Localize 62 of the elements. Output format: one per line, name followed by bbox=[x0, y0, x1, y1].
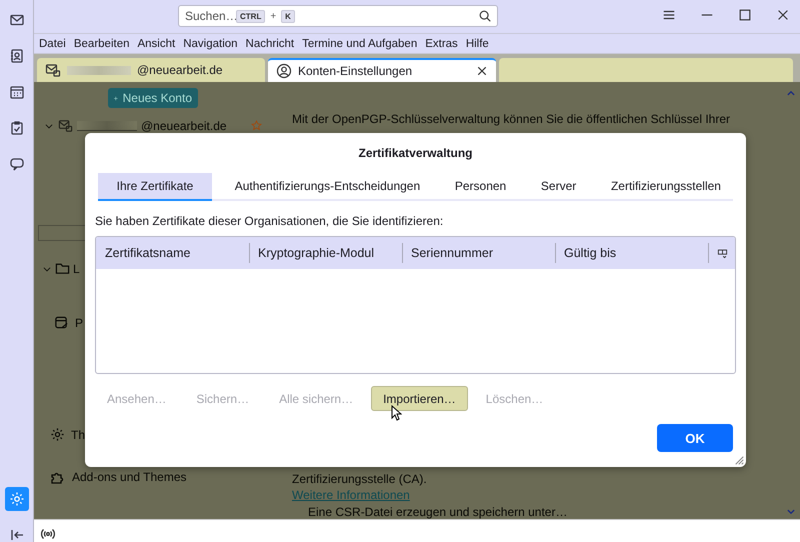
sidebar-item[interactable]: Add-ons und Themes bbox=[72, 470, 187, 484]
tab[interactable]: Zertifizierungsstellen bbox=[598, 173, 733, 201]
tab[interactable]: Personen bbox=[442, 173, 518, 201]
menu-item[interactable]: Extras bbox=[425, 38, 458, 50]
menu-item[interactable]: Ansicht bbox=[137, 38, 176, 50]
account-icon bbox=[276, 63, 292, 79]
blurred-text bbox=[77, 120, 137, 130]
menu-item[interactable]: Hilfe bbox=[466, 38, 489, 50]
tab[interactable]: Ihre Zertifikate bbox=[98, 173, 212, 201]
plus-icon bbox=[114, 94, 118, 102]
key-hint: K bbox=[281, 10, 295, 22]
key-hint: CTRL bbox=[236, 10, 266, 22]
column-header[interactable]: Gültig bis bbox=[555, 237, 708, 269]
chat-icon bbox=[8, 156, 24, 172]
sidebar-item[interactable]: P bbox=[75, 316, 84, 330]
description-text: Zertifizierungsstelle (CA). bbox=[292, 472, 427, 486]
menu-item[interactable]: Datei bbox=[39, 38, 66, 50]
settings-icon bbox=[50, 427, 65, 442]
menu-icon bbox=[662, 8, 676, 22]
account-name[interactable]: @neuearbeit.de bbox=[141, 118, 227, 132]
sidebar-item[interactable]: Th bbox=[71, 428, 86, 442]
mail-icon bbox=[45, 62, 61, 78]
tab[interactable]: Server bbox=[528, 173, 588, 201]
tab[interactable]: Konten-Einstellungen bbox=[268, 58, 496, 82]
close-icon[interactable] bbox=[476, 65, 488, 77]
menu-item[interactable]: Termine und Aufgaben bbox=[302, 38, 418, 50]
option-label: Eine CSR-Datei erzeugen und speichern unter… bbox=[308, 505, 568, 519]
clipboard-icon bbox=[8, 120, 24, 136]
mail-icon bbox=[58, 118, 73, 133]
column-header[interactable]: Kryptographie-Modul bbox=[249, 237, 402, 269]
scroll-down-icon bbox=[786, 507, 796, 517]
mail-icon bbox=[8, 12, 24, 28]
maximize-icon bbox=[738, 8, 752, 22]
description-text: Sie haben Zertifikate dieser Organisationen, die Sie identifizieren: bbox=[95, 214, 444, 228]
mail-page-icon bbox=[54, 315, 69, 330]
new-account-button[interactable]: Neues Konto bbox=[108, 88, 198, 108]
blurred-text bbox=[67, 66, 131, 74]
menu-item[interactable]: Bearbeiten bbox=[74, 38, 130, 50]
description-text: Mit der OpenPGP-Schlüsselverwaltung können Sie die öffentlichen Schlüssel Ihrer bbox=[292, 112, 730, 126]
menu-item[interactable]: Navigation bbox=[183, 38, 238, 50]
column-header[interactable]: Seriennummer bbox=[402, 237, 555, 269]
menu-item[interactable]: Nachricht bbox=[246, 38, 294, 50]
tab[interactable]: @neuearbeit.de bbox=[37, 58, 265, 82]
search-icon bbox=[478, 9, 492, 23]
calendar-icon bbox=[8, 84, 24, 100]
address-book-icon bbox=[8, 48, 24, 64]
settings-icon bbox=[8, 491, 24, 507]
plus-sign: + bbox=[270, 10, 276, 22]
sidebar-item[interactable]: L bbox=[73, 262, 80, 276]
settings-button[interactable] bbox=[4, 487, 28, 511]
mouse-pointer-icon bbox=[391, 405, 402, 421]
folder-icon bbox=[55, 261, 70, 276]
ok-button[interactable]: OK bbox=[657, 424, 733, 452]
tab[interactable]: Authentifizierungs-Entscheidungen bbox=[222, 173, 432, 201]
close-icon bbox=[776, 8, 790, 22]
star-icon bbox=[251, 120, 262, 131]
collapse-icon bbox=[8, 527, 24, 542]
action-button[interactable]: Importieren… bbox=[371, 386, 468, 411]
column-picker-icon bbox=[716, 248, 728, 258]
dialog-title: Zertifikatverwaltung bbox=[357, 146, 474, 160]
column-header[interactable]: Zertifikatsname bbox=[96, 237, 249, 269]
scroll-up-icon bbox=[786, 88, 796, 98]
